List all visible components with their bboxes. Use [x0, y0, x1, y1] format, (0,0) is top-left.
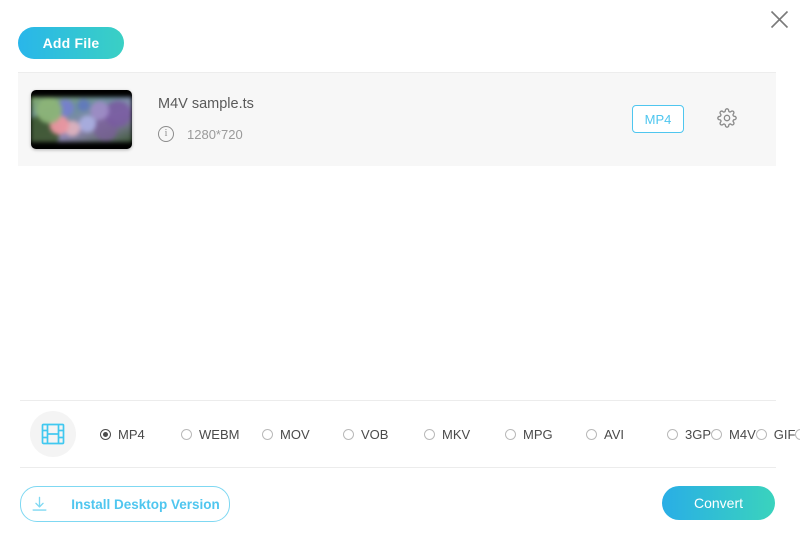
format-options-grid: MP4 WEBM MOV VOB MKV MPG AVI 3GP M4V GIF [100, 422, 800, 446]
format-option-label: MPG [523, 426, 553, 442]
film-strip-glyph [41, 423, 65, 445]
format-option-avi[interactable]: AVI [586, 422, 667, 446]
format-option-webm[interactable]: WEBM [181, 422, 262, 446]
format-option-mov[interactable]: MOV [262, 422, 343, 446]
output-format-button[interactable]: MP4 [632, 105, 684, 133]
format-option-m4v[interactable]: M4V [711, 422, 756, 446]
format-option-label: GIF [773, 426, 796, 442]
format-option-label: M4V [729, 426, 756, 442]
radio-icon [100, 428, 111, 440]
format-option-mp4[interactable]: MP4 [100, 422, 181, 446]
format-option-vob[interactable]: VOB [343, 422, 424, 446]
close-button[interactable] [764, 4, 794, 34]
close-icon [770, 10, 788, 28]
radio-icon [586, 428, 597, 440]
table-row[interactable]: M4V sample.ts i 1280*720 MP4 [18, 73, 776, 166]
format-option-mpg[interactable]: MPG [505, 422, 586, 446]
format-option-mkv[interactable]: MKV [424, 422, 505, 446]
radio-icon [181, 428, 192, 440]
format-option-3gp[interactable]: 3GP [667, 422, 711, 446]
download-icon [30, 495, 49, 514]
film-strip-icon[interactable] [30, 411, 76, 457]
install-desktop-version-button[interactable]: Install Desktop Version [20, 486, 230, 522]
format-option-label: 3GP [685, 426, 712, 442]
radio-icon [667, 428, 678, 440]
file-list: M4V sample.ts i 1280*720 MP4 [18, 72, 776, 166]
radio-icon [795, 428, 800, 440]
add-file-button[interactable]: Add File [18, 27, 124, 59]
install-button-label: Install Desktop Version [71, 496, 220, 512]
radio-icon [262, 428, 273, 440]
file-resolution: 1280*720 [187, 126, 243, 142]
format-option-label: MP4 [118, 426, 145, 442]
radio-icon [424, 428, 435, 440]
thumbnail-image [31, 97, 132, 142]
radio-icon [343, 428, 354, 440]
radio-icon [711, 428, 723, 440]
video-thumbnail [31, 90, 132, 149]
format-option-label: MKV [442, 426, 471, 442]
file-name: M4V sample.ts [158, 96, 254, 112]
format-option-label: AVI [604, 426, 624, 442]
gear-icon [717, 108, 737, 128]
format-option-label: VOB [361, 426, 389, 442]
format-option-label: MOV [280, 426, 310, 442]
radio-icon [755, 428, 767, 440]
format-option-gif[interactable]: GIF [755, 422, 796, 446]
format-selector-bar: MP4 WEBM MOV VOB MKV MPG AVI 3GP M4V GIF [20, 400, 800, 468]
convert-button[interactable]: Convert [662, 486, 775, 520]
format-option-flv[interactable]: FLV [795, 422, 800, 446]
radio-icon [505, 428, 516, 440]
settings-button[interactable] [714, 105, 740, 131]
file-meta: i 1280*720 [158, 126, 243, 142]
format-option-label: WEBM [199, 426, 240, 442]
info-icon: i [158, 126, 174, 142]
